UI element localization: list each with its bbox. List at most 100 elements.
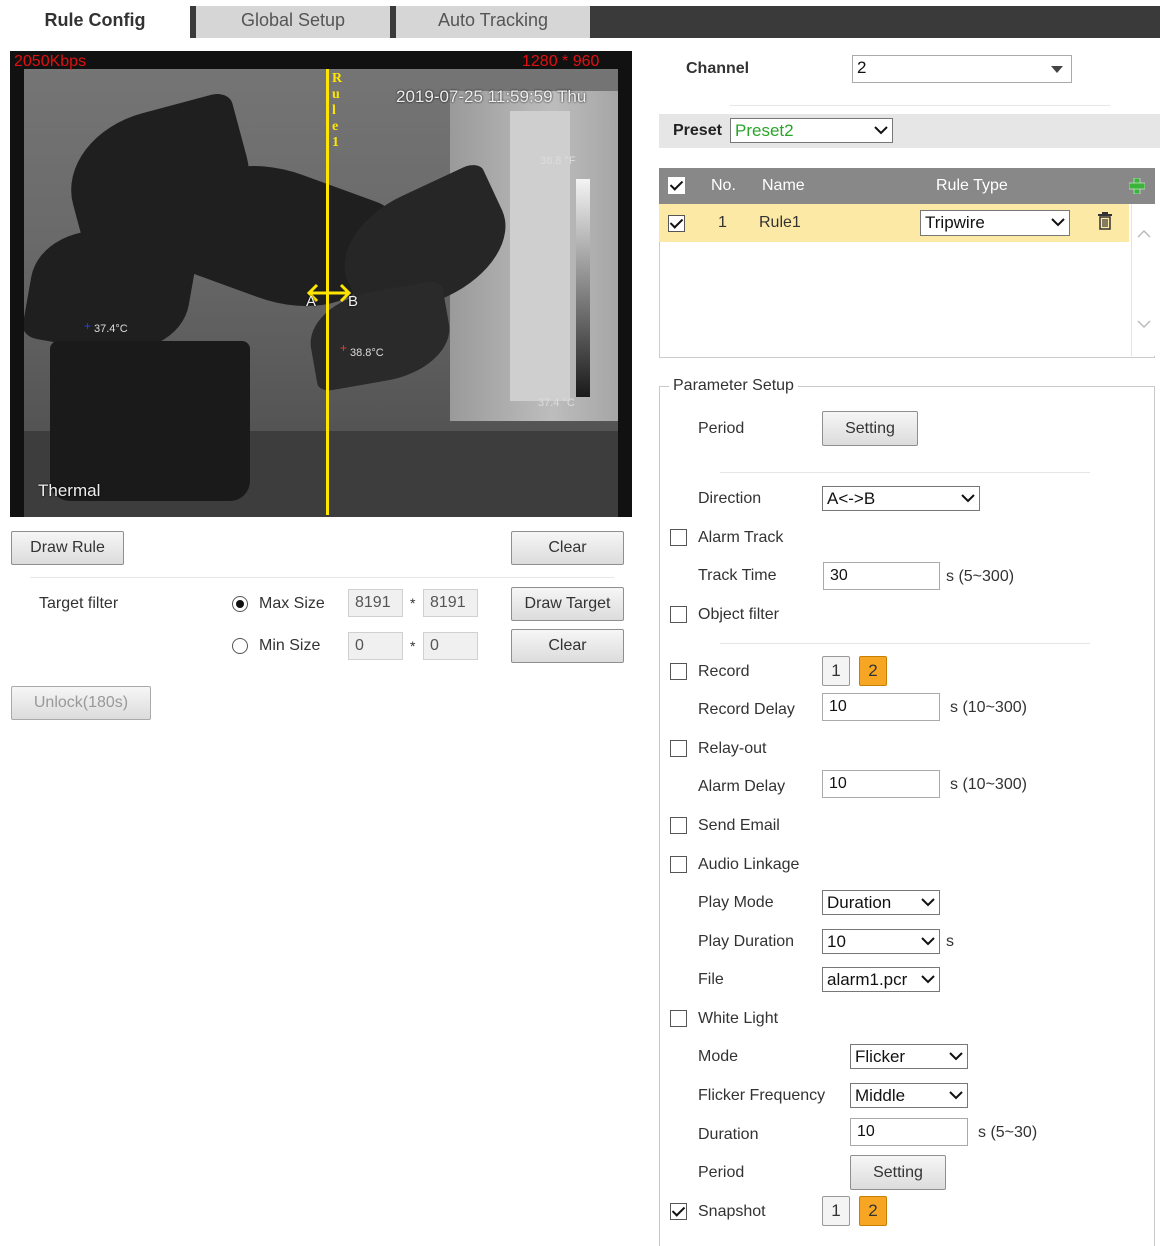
record-label: Record [698, 663, 750, 680]
rule-type-value: Tripwire [925, 213, 985, 232]
divider [730, 105, 1110, 106]
snapshot-label: Snapshot [698, 1203, 766, 1220]
divider [720, 472, 1090, 473]
channel-name-overlay: Thermal [38, 481, 101, 500]
relay-out-label: Relay-out [698, 740, 767, 757]
alarm-delay-label: Alarm Delay [698, 778, 786, 795]
play-duration-label: Play Duration [698, 933, 795, 950]
rule-row-checkbox[interactable] [668, 215, 685, 232]
scroll-up-icon[interactable] [1137, 230, 1151, 238]
channel-select[interactable]: 2 [852, 55, 1072, 83]
preset-select-value: Preset2 [735, 121, 794, 140]
thermal-video-preview[interactable]: 2050Kbps 1280 * 960 2019-07-25 11:59:59 … [10, 51, 632, 517]
tab-rule-config[interactable]: Rule Config [0, 6, 190, 38]
period-setting-button[interactable]: Setting [822, 411, 918, 446]
min-width-input[interactable]: 0 [348, 632, 403, 660]
max-size-radio[interactable] [232, 596, 248, 612]
record-checkbox[interactable] [670, 663, 687, 680]
alarm-track-label: Alarm Track [698, 529, 784, 546]
scroll-down-icon[interactable] [1137, 320, 1151, 328]
temp-low-label: 37.4 °C [538, 397, 575, 409]
min-height-input[interactable]: 0 [423, 632, 478, 660]
duration-range: s (5~30) [978, 1124, 1038, 1141]
chevron-down-icon [949, 1052, 963, 1061]
rule-label-char: e [332, 119, 339, 134]
light-period-setting-button[interactable]: Setting [850, 1155, 946, 1190]
flicker-frequency-label: Flicker Frequency [698, 1087, 826, 1104]
tab-global-setup[interactable]: Global Setup [196, 6, 390, 38]
target-filter-label: Target filter [39, 595, 119, 612]
rule-table-scrollbar[interactable] [1131, 204, 1155, 356]
play-mode-select[interactable]: Duration [822, 890, 940, 915]
times-sign: * [410, 638, 416, 654]
play-duration-unit: s [946, 933, 954, 950]
temperature-scale-bar [576, 179, 590, 397]
divider [30, 577, 614, 578]
alarm-track-checkbox[interactable] [670, 529, 687, 546]
snapshot-channel-1[interactable]: 1 [822, 1196, 850, 1226]
track-time-input[interactable]: 30 [823, 562, 940, 590]
draw-rule-button[interactable]: Draw Rule [11, 531, 124, 565]
file-label: File [698, 971, 724, 988]
flicker-frequency-select[interactable]: Middle [850, 1083, 968, 1108]
tripwire-rule-label: R u l e 1 [332, 71, 344, 151]
rule-name[interactable]: Rule1 [759, 214, 801, 232]
object-filter-checkbox[interactable] [670, 606, 687, 623]
max-width-input[interactable]: 8191 [348, 589, 403, 617]
audio-linkage-checkbox[interactable] [670, 856, 687, 873]
record-channel-1[interactable]: 1 [822, 656, 850, 686]
video-right-border [618, 51, 632, 517]
times-sign: * [410, 595, 416, 611]
rule-label-char: u [332, 87, 340, 102]
snapshot-channel-2[interactable]: 2 [859, 1196, 887, 1226]
parameter-setup-group [659, 386, 1155, 1246]
light-mode-value: Flicker [855, 1047, 906, 1066]
rule-type-select[interactable]: Tripwire [920, 210, 1070, 236]
min-size-radio[interactable] [232, 638, 248, 654]
preset-select[interactable]: Preset2 [730, 118, 893, 143]
direction-select[interactable]: A<->B [822, 486, 980, 511]
snapshot-checkbox[interactable] [670, 1203, 687, 1220]
record-channel-2[interactable]: 2 [859, 656, 887, 686]
unlock-button[interactable]: Unlock(180s) [11, 686, 151, 720]
clear-target-button[interactable]: Clear [511, 629, 624, 663]
max-size-label: Max Size [259, 595, 325, 612]
chevron-down-icon [961, 494, 975, 503]
play-duration-value: 10 [827, 932, 846, 951]
resolution-overlay: 1280 * 960 [522, 53, 600, 70]
parameter-setup-legend: Parameter Setup [669, 377, 798, 395]
chevron-down-icon [1051, 218, 1065, 227]
chevron-down-icon [921, 937, 935, 946]
direction-select-value: A<->B [827, 489, 876, 508]
hot-point-temp: 38.8°C [350, 347, 384, 359]
play-duration-select[interactable]: 10 [822, 929, 940, 954]
white-light-checkbox[interactable] [670, 1010, 687, 1027]
header-name: Name [762, 177, 805, 194]
delete-rule-icon[interactable] [1097, 212, 1113, 230]
max-height-input[interactable]: 8191 [423, 589, 478, 617]
light-mode-select[interactable]: Flicker [850, 1044, 968, 1069]
tab-auto-tracking[interactable]: Auto Tracking [396, 6, 590, 38]
duration-label: Duration [698, 1126, 759, 1143]
add-rule-icon[interactable] [1129, 178, 1145, 194]
video-plant-pot [50, 341, 250, 501]
record-delay-label: Record Delay [698, 701, 795, 718]
rule-table-header: No. Name Rule Type [659, 168, 1155, 204]
duration-input[interactable]: 10 [850, 1118, 968, 1146]
channel-select-value: 2 [857, 58, 867, 77]
relay-out-checkbox[interactable] [670, 740, 687, 757]
bitrate-overlay: 2050Kbps [14, 53, 87, 70]
tab-bar: Rule Config Global Setup Auto Tracking [0, 6, 1160, 38]
file-select-value: alarm1.pcr [827, 970, 908, 989]
send-email-checkbox[interactable] [670, 817, 687, 834]
table-row[interactable]: 1 Rule1 Tripwire [659, 204, 1129, 242]
select-all-checkbox[interactable] [668, 177, 685, 194]
file-select[interactable]: alarm1.pcr [822, 967, 940, 992]
track-time-label: Track Time [698, 567, 777, 584]
draw-target-button[interactable]: Draw Target [511, 587, 624, 621]
clear-rule-button[interactable]: Clear [511, 531, 624, 565]
alarm-delay-input[interactable]: 10 [822, 770, 940, 798]
record-delay-input[interactable]: 10 [822, 693, 940, 721]
header-rule-type: Rule Type [936, 177, 1008, 194]
min-size-label: Min Size [259, 637, 321, 654]
